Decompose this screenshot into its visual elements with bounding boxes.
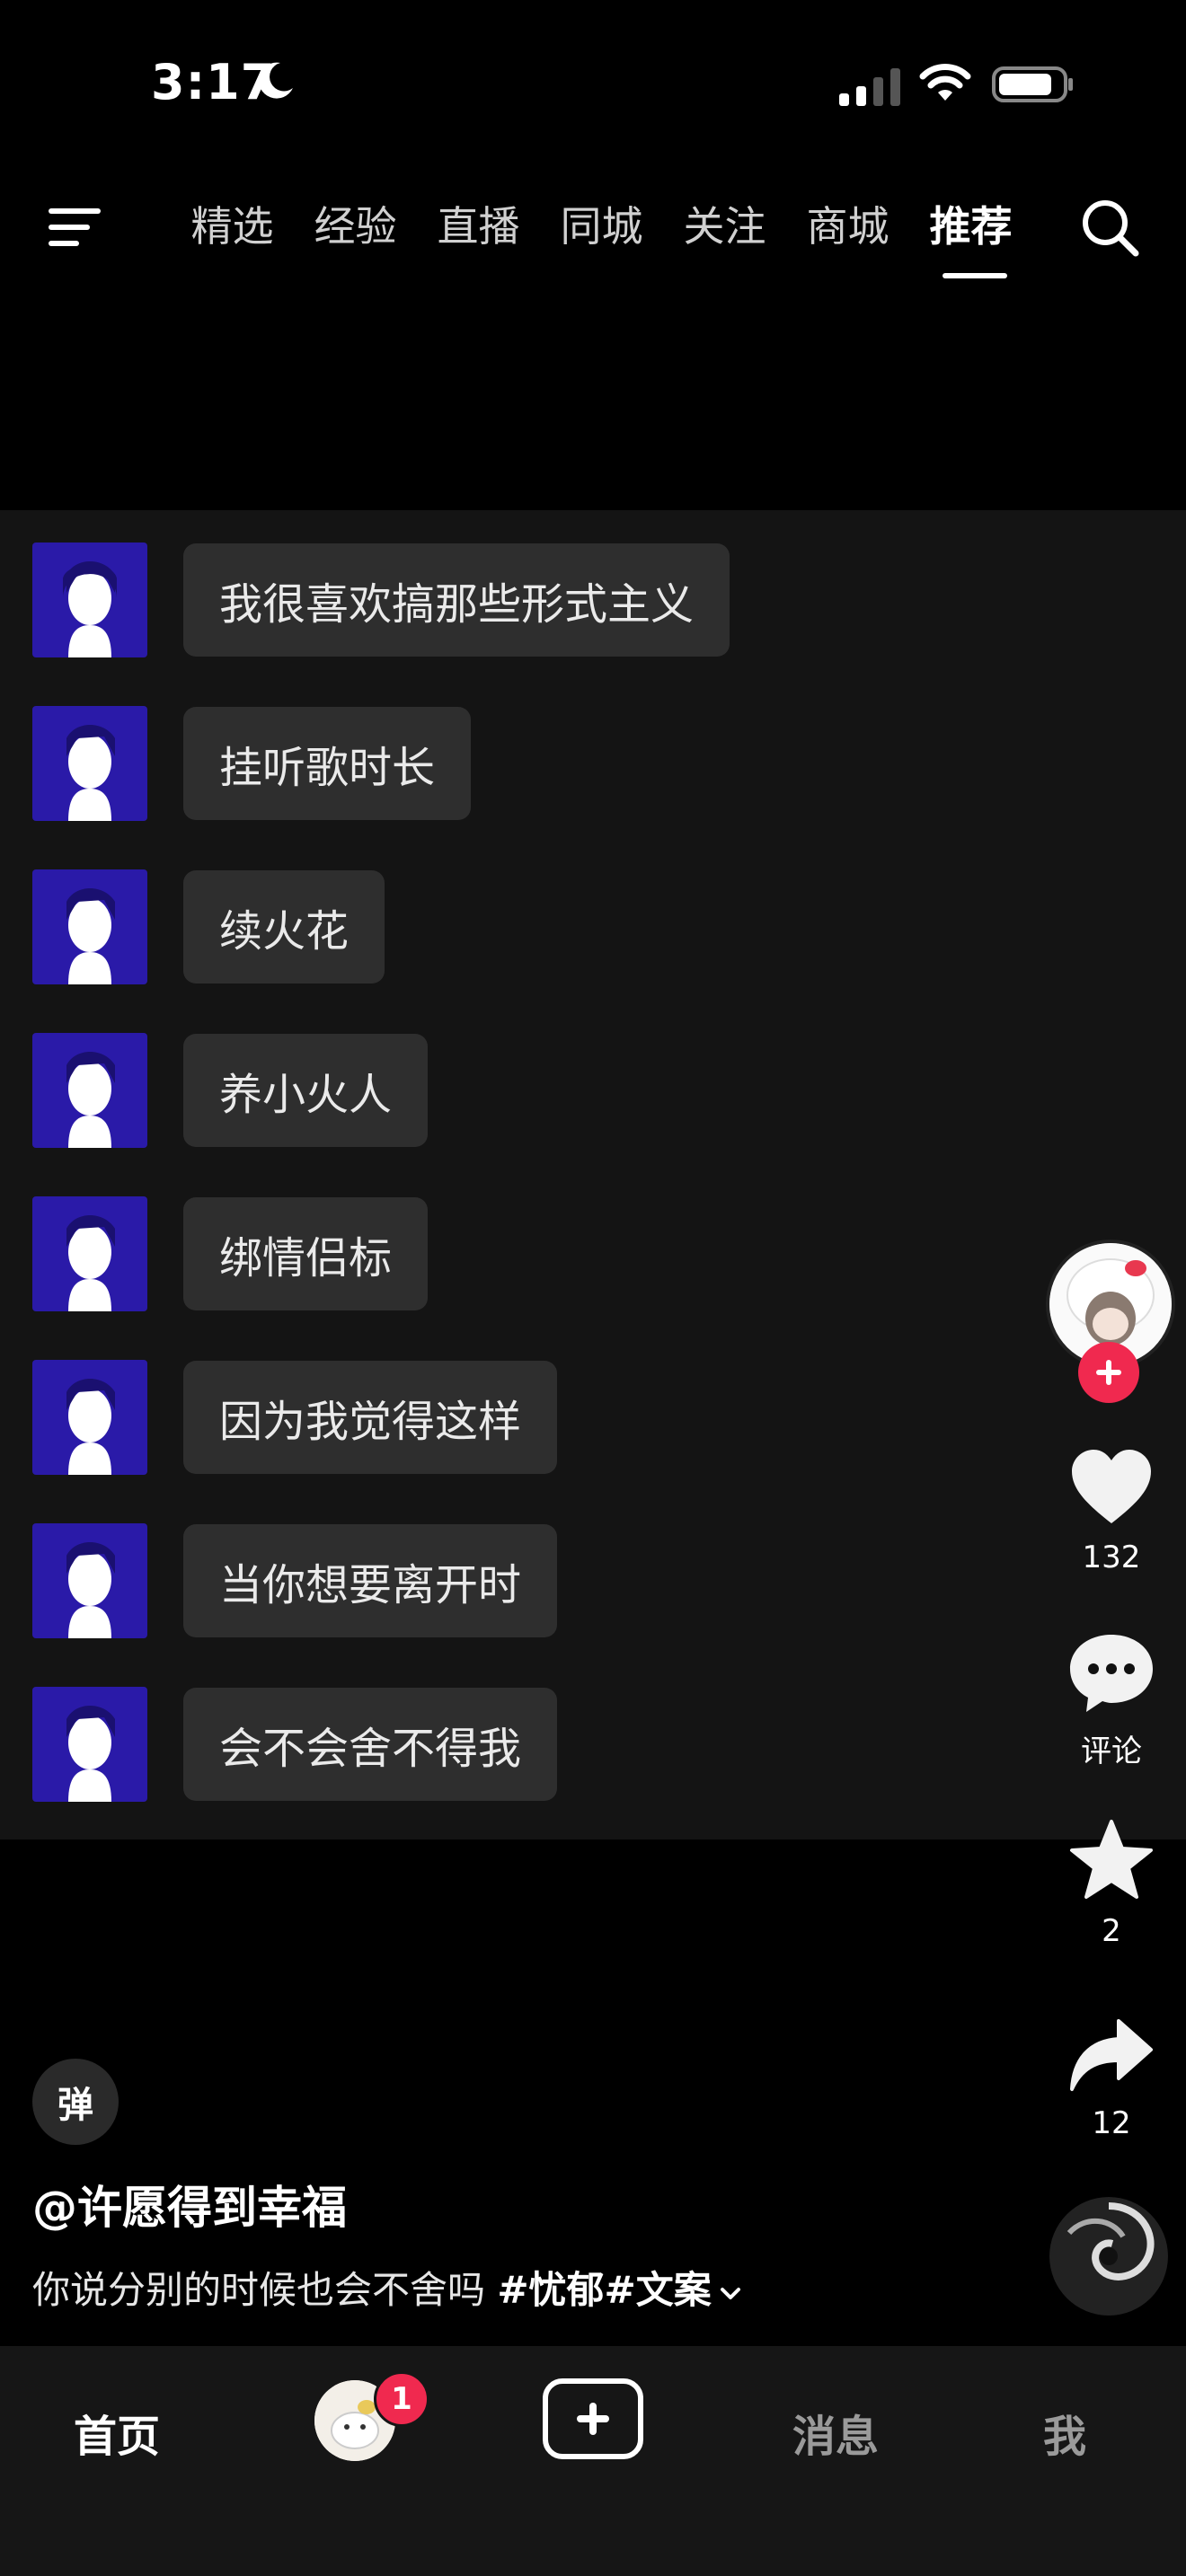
description-text: 你说分别的时候也会不舍吗 [32, 2268, 498, 2312]
video-description[interactable]: 你说分别的时候也会不舍吗 #忧郁#文案 [32, 2260, 742, 2315]
status-bar: 3:17 [0, 0, 1186, 171]
share-count: 12 [1092, 2105, 1131, 2141]
tab-recommended[interactable]: 推荐 [909, 198, 1032, 278]
tab-following[interactable]: 关注 [663, 198, 786, 255]
chat-bubble: 因为我觉得这样 [183, 1361, 558, 1474]
search-icon[interactable] [1076, 194, 1143, 260]
avatar [32, 1360, 147, 1475]
chat-message: 因为我觉得这样 [32, 1360, 558, 1475]
video-content-chat[interactable]: 我很喜欢搞那些形式主义 挂听歌时长 续火花 养小火人 绑情侣标 因为我觉得这样 [0, 510, 1186, 1839]
avatar [32, 1523, 147, 1638]
tab-mall[interactable]: 商城 [786, 198, 909, 255]
avatar [32, 869, 147, 984]
danmu-toggle-button[interactable]: 弹 [32, 2059, 119, 2145]
chat-message: 当你想要离开时 [32, 1523, 558, 1638]
comment-icon [1070, 1635, 1153, 1712]
star-icon [1070, 1820, 1153, 1899]
share-arrow-icon [1070, 2019, 1153, 2091]
heart-icon [1072, 1450, 1151, 1523]
tab-friends[interactable]: 1 [314, 2371, 429, 2461]
notification-badge: 1 [374, 2371, 429, 2427]
comment-button[interactable]: 评论 [1042, 1631, 1181, 1770]
follow-button[interactable] [1078, 1342, 1139, 1403]
plus-icon [1096, 1360, 1121, 1385]
avatar [32, 706, 147, 821]
comment-label: 评论 [1081, 1734, 1142, 1769]
chat-bubble: 绑情侣标 [183, 1197, 429, 1310]
chat-message: 续火花 [32, 869, 385, 984]
hashtags[interactable]: #忧郁#文案 [497, 2268, 711, 2312]
chat-bubble: 续火花 [183, 870, 385, 984]
battery-icon [992, 66, 1073, 102]
tab-messages[interactable]: 消息 [773, 2387, 898, 2477]
menu-icon[interactable] [47, 205, 104, 250]
tab-featured[interactable]: 精选 [171, 198, 294, 255]
avatar [32, 1687, 147, 1802]
avatar [32, 1196, 147, 1311]
chat-message: 我很喜欢搞那些形式主义 [32, 543, 730, 657]
moon-icon [258, 62, 293, 99]
creator-profile[interactable] [1042, 1239, 1181, 1410]
feed-tabs: 精选 经验 直播 同城 关注 商城 推荐 [171, 198, 1032, 278]
chat-bubble: 会不会舍不得我 [183, 1688, 558, 1801]
wifi-icon [919, 64, 971, 101]
chat-bubble: 当你想要离开时 [183, 1524, 558, 1637]
avatar [32, 1033, 147, 1148]
chat-message: 会不会舍不得我 [32, 1687, 558, 1802]
avatar [32, 543, 147, 657]
chevron-down-icon[interactable] [719, 2281, 742, 2305]
favorite-count: 2 [1102, 1913, 1121, 1949]
author-name[interactable]: @许愿得到幸福 [32, 2172, 347, 2236]
tab-nearby[interactable]: 同城 [540, 198, 663, 255]
tab-home[interactable]: 首页 [63, 2387, 171, 2477]
music-disc-icon [1049, 2197, 1168, 2316]
bottom-tab-bar: 首页 1 消息 我 [0, 2346, 1186, 2576]
tab-me[interactable]: 我 [1015, 2387, 1114, 2477]
chat-bubble: 我很喜欢搞那些形式主义 [183, 543, 730, 657]
favorite-button[interactable]: 2 [1042, 1818, 1181, 1949]
chat-bubble: 挂听歌时长 [183, 707, 472, 820]
tab-live[interactable]: 直播 [417, 198, 540, 255]
music-disc[interactable] [1049, 2197, 1168, 2316]
cellular-signal-icon [839, 66, 900, 106]
create-button[interactable] [543, 2378, 643, 2459]
chat-bubble: 养小火人 [183, 1034, 429, 1147]
chat-message: 挂听歌时长 [32, 706, 472, 821]
like-button[interactable]: 132 [1042, 1448, 1181, 1575]
chat-message: 绑情侣标 [32, 1196, 429, 1311]
like-count: 132 [1082, 1539, 1141, 1575]
plus-icon [577, 2403, 609, 2435]
tab-experience[interactable]: 经验 [294, 198, 417, 255]
top-nav: 精选 经验 直播 同城 关注 商城 推荐 [0, 171, 1186, 296]
chat-message: 养小火人 [32, 1033, 429, 1148]
share-button[interactable]: 12 [1042, 2017, 1181, 2141]
